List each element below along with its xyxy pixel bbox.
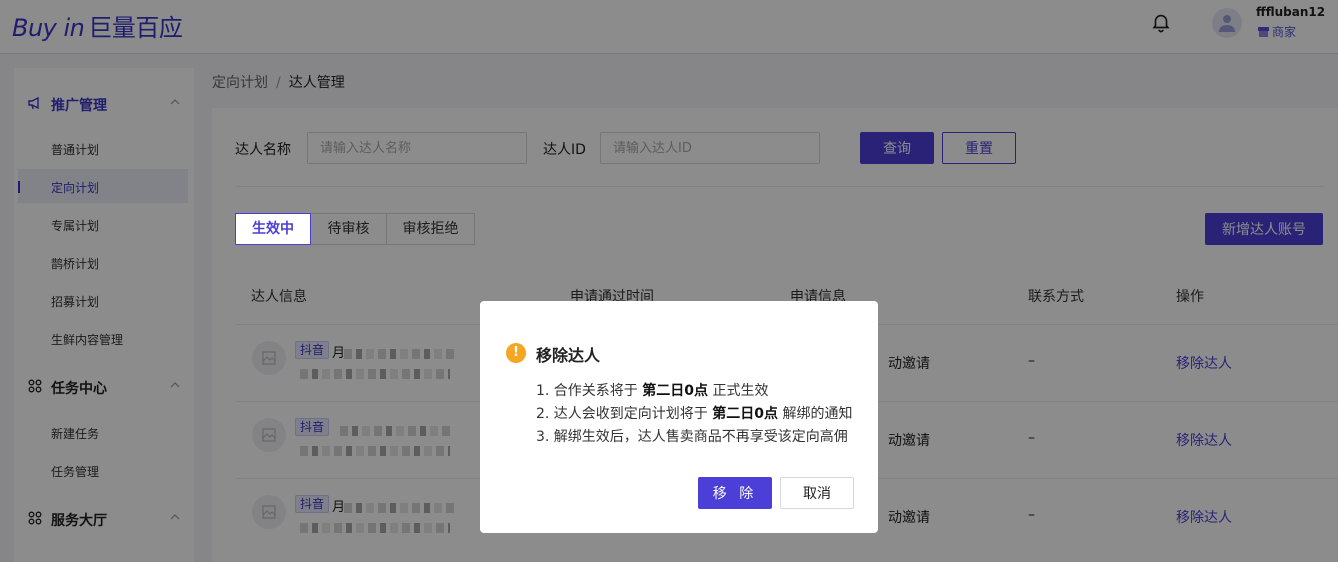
line-text: 3. 解绑生效后，达人售卖商品不再享受该定向高佣 <box>536 429 848 445</box>
warning-icon: ! <box>506 343 526 363</box>
dialog-title: 移除达人 <box>536 346 601 365</box>
dialog-line-3: 3. 解绑生效后，达人售卖商品不再享受该定向高佣 <box>536 426 848 446</box>
cancel-button[interactable]: 取消 <box>780 477 854 509</box>
line-text: 1. 合作关系将于 <box>536 383 643 399</box>
confirm-remove-button[interactable]: 移 除 <box>698 477 772 509</box>
line-emphasis: 第二日0点 <box>642 383 709 399</box>
dialog-line-2: 2. 达人会收到定向计划将于 第二日0点 解绑的通知 <box>536 403 852 423</box>
line-text: 2. 达人会收到定向计划将于 <box>536 406 713 422</box>
tab-active[interactable]: 生效中 <box>235 213 311 245</box>
line-emphasis: 第二日0点 <box>712 406 779 422</box>
line-text: 正式生效 <box>708 383 769 399</box>
line-text: 解绑的通知 <box>778 406 853 422</box>
dialog-line-1: 1. 合作关系将于 第二日0点 正式生效 <box>536 380 768 400</box>
remove-talent-dialog: ! 移除达人 1. 合作关系将于 第二日0点 正式生效 2. 达人会收到定向计划… <box>480 301 878 533</box>
